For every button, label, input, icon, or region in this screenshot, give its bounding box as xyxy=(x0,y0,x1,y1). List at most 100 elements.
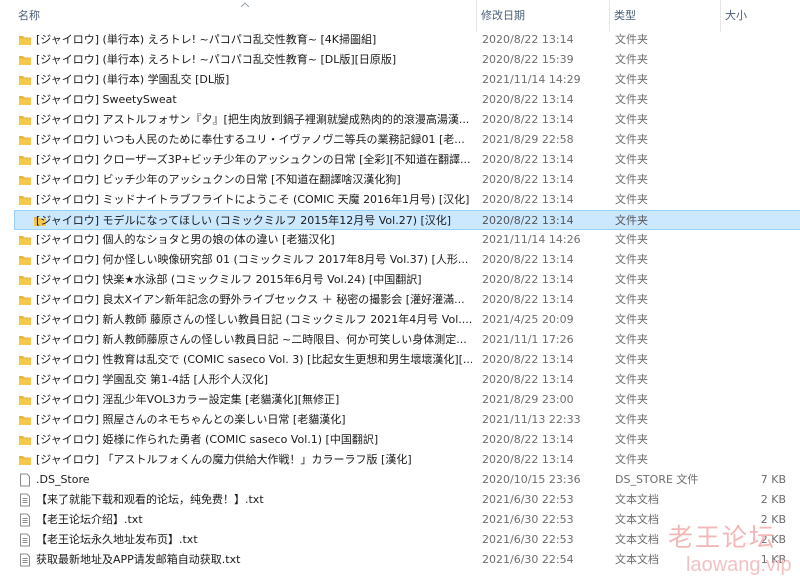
file-size xyxy=(722,310,786,330)
folder-row[interactable]: [ジャイロウ] 性教育は乱交で (COMIC saseco Vol. 3) [比… xyxy=(0,350,800,370)
folder-row[interactable]: [ジャイロウ] 淫乱少年VOL3カラー設定集 [老貓漢化][無修正] 2021/8… xyxy=(0,390,800,410)
file-name: [ジャイロウ] 照屋さんのネモちゃんとの楽しい日常 [老貓漢化] xyxy=(36,413,346,426)
folder-icon xyxy=(19,276,31,285)
folder-row[interactable]: [ジャイロウ] 新人教師 藤原さんの怪しい教員日記 (コミックミルフ 2021年… xyxy=(0,310,800,330)
folder-row[interactable]: [ジャイロウ] 姫様に作られた勇者 (COMIC saseco Vol.1) [… xyxy=(0,430,800,450)
folder-icon xyxy=(19,416,31,425)
folder-icon xyxy=(19,316,31,325)
watermark: 老王论坛 laowang.vip xyxy=(660,518,800,584)
blank-file-icon xyxy=(20,473,30,487)
file-name: [ジャイロウ] クローザーズ3P+ビッチ少年のアッシュクンの日常 [全彩][不知… xyxy=(36,153,471,166)
file-size xyxy=(722,150,786,170)
file-size xyxy=(722,330,786,350)
column-header-type[interactable]: 类型 xyxy=(609,0,719,32)
file-name: 【老王论坛永久地址发布页】.txt xyxy=(36,533,198,546)
file-type: 文件夹 xyxy=(615,293,648,306)
file-modified-date: 2020/8/22 13:14 xyxy=(482,353,574,366)
file-name: 【来了就能下载和观看的论坛，纯免费！】.txt xyxy=(36,493,264,506)
text-file-icon xyxy=(20,533,30,547)
folder-icon xyxy=(19,136,31,145)
file-modified-date: 2020/8/22 13:14 xyxy=(482,113,574,126)
file-name: [ジャイロウ] 「アストルフォくんの魔力供給大作戦！」カラーラフ版 [漢化] xyxy=(36,453,412,466)
file-type: 文件夹 xyxy=(615,253,648,266)
folder-icon xyxy=(19,256,31,265)
file-size xyxy=(722,170,786,190)
folder-row[interactable]: [ジャイロウ] 何か怪しい映像研究部 01 (コミックミルフ 2017年8月号 … xyxy=(0,250,800,270)
file-modified-date: 2021/6/30 22:53 xyxy=(482,513,574,526)
file-size xyxy=(722,250,786,270)
file-name: [ジャイロウ] 個人的なショタと男の娘の体の違い [老猫汉化] xyxy=(36,233,335,246)
file-modified-date: 2020/8/22 13:14 xyxy=(482,253,574,266)
file-size xyxy=(722,70,786,90)
watermark-cn: 老王论坛 xyxy=(668,523,777,552)
file-row[interactable]: 【来了就能下载和观看的论坛，纯免费！】.txt 2021/6/30 22:53 文本… xyxy=(0,490,800,510)
file-size xyxy=(722,30,786,50)
file-size: 2 KB xyxy=(760,493,786,506)
folder-row[interactable]: [ジャイロウ] 新人教師藤原さんの怪しい教員日記 ~二時限目、何か可笑しい身体測… xyxy=(0,330,800,350)
file-name: [ジャイロウ] 良太Xイアン新年記念の野外ライブセックス ＋ 秘密の撮影会 [灌… xyxy=(36,293,465,306)
folder-icon xyxy=(19,56,31,65)
folder-row[interactable]: [ジャイロウ] 快楽★水泳部 (コミックミルフ 2015年6月号 Vol.24)… xyxy=(0,270,800,290)
file-name: [ジャイロウ] ミッドナイトラブフライトにようこそ (COMIC 天魔 2016… xyxy=(36,193,470,206)
file-size xyxy=(722,390,786,410)
file-type: 文件夹 xyxy=(615,193,648,206)
folder-row[interactable]: [ジャイロウ] 学園乱交 第1-4話 [人形个人汉化] 2020/8/22 13:… xyxy=(0,370,800,390)
file-row[interactable]: .DS_Store 2020/10/15 23:36 DS_STORE 文件 7 KB xyxy=(0,470,800,490)
file-type: 文件夹 xyxy=(615,113,648,126)
folder-row[interactable]: [ジャイロウ] 個人的なショタと男の娘の体の違い [老猫汉化] 2021/11/1… xyxy=(0,230,800,250)
folder-icon xyxy=(19,116,31,125)
folder-row[interactable]: [ジャイロウ] 「アストルフォくんの魔力供給大作戦！」カラーラフ版 [漢化] 20… xyxy=(0,450,800,470)
file-type: 文件夹 xyxy=(615,53,648,66)
file-name: [ジャイロウ] (単行本) えろトレ! ~パコパコ乱交性教育~ [DL版][日原… xyxy=(36,53,397,66)
folder-row[interactable]: [ジャイロウ] (単行本) えろトレ! ~パコパコ乱交性教育~ [DL版][日原… xyxy=(0,50,800,70)
file-modified-date: 2020/8/22 13:14 xyxy=(482,293,574,306)
file-name: [ジャイロウ] SweetySweat xyxy=(36,93,177,106)
text-file-icon xyxy=(20,493,30,507)
file-size: 7 KB xyxy=(760,473,786,486)
file-name: [ジャイロウ] いつも人民のために奉仕するユリ・イヴァノヴ二等兵の業務記録01 … xyxy=(36,133,465,146)
column-header-date[interactable]: 修改日期 xyxy=(476,0,608,32)
folder-row[interactable]: [ジャイロウ] クローザーズ3P+ビッチ少年のアッシュクンの日常 [全彩][不知… xyxy=(0,150,800,170)
file-modified-date: 2021/11/14 14:26 xyxy=(482,233,581,246)
file-name: [ジャイロウ] 何か怪しい映像研究部 01 (コミックミルフ 2017年8月号 … xyxy=(36,253,469,266)
folder-row[interactable]: [ジャイロウ] ビッチ少年のアッシュクンの日常 [不知道在翻譯啥汉漢化狗] 202… xyxy=(0,170,800,190)
column-header-name[interactable]: 名称 xyxy=(14,0,474,32)
folder-row[interactable]: [ジャイロウ] 照屋さんのネモちゃんとの楽しい日常 [老貓漢化] 2021/11/… xyxy=(0,410,800,430)
file-modified-date: 2021/4/25 20:09 xyxy=(482,313,574,326)
file-modified-date: 2020/10/15 23:36 xyxy=(482,473,581,486)
file-modified-date: 2020/8/22 13:14 xyxy=(482,453,574,466)
file-name: 获取最新地址及APP请发邮箱自动获取.txt xyxy=(36,553,241,566)
file-size xyxy=(722,370,786,390)
file-type: 文件夹 xyxy=(615,133,648,146)
file-type: 文件夹 xyxy=(615,313,648,326)
folder-row[interactable]: [ジャイロウ] ミッドナイトラブフライトにようこそ (COMIC 天魔 2016… xyxy=(0,190,800,210)
folder-icon xyxy=(19,156,31,165)
file-modified-date: 2020/8/22 13:14 xyxy=(482,33,574,46)
file-size xyxy=(722,190,786,210)
file-type: 文本文档 xyxy=(615,493,659,506)
file-name: [ジャイロウ] 淫乱少年VOL3カラー設定集 [老貓漢化][無修正] xyxy=(36,393,340,406)
file-type: 文件夹 xyxy=(615,453,648,466)
file-type: 文件夹 xyxy=(615,93,648,106)
file-type: 文件夹 xyxy=(615,33,648,46)
column-header-bar: 名称 修改日期 类型 大小 xyxy=(0,0,800,32)
file-modified-date: 2021/11/1 17:26 xyxy=(482,333,574,346)
folder-row[interactable]: [ジャイロウ] 良太Xイアン新年記念の野外ライブセックス ＋ 秘密の撮影会 [灌… xyxy=(0,290,800,310)
folder-row[interactable]: [ジャイロウ] SweetySweat 2020/8/22 13:14 文件夹 xyxy=(0,90,800,110)
file-name: [ジャイロウ] 性教育は乱交で (COMIC saseco Vol. 3) [比… xyxy=(36,353,472,366)
file-size xyxy=(722,230,786,250)
folder-row[interactable]: [ジャイロウ] (単行本) 学園乱交 [DL版] 2021/11/14 14:29… xyxy=(0,70,800,90)
folder-icon xyxy=(19,436,31,445)
file-list: [ジャイロウ] (単行本) えろトレ! ~パコパコ乱交性教育~ [4K掃圖組] 2… xyxy=(0,30,800,570)
file-size xyxy=(722,270,786,290)
file-modified-date: 2020/8/22 13:14 xyxy=(482,433,574,446)
folder-row[interactable]: [ジャイロウ] アストルフォサン『夕』[把生肉放到鍋子裡涮就變成熟肉的的滾漫高湯… xyxy=(0,110,800,130)
file-size xyxy=(722,110,786,130)
folder-row[interactable]: [ジャイロウ] (単行本) えろトレ! ~パコパコ乱交性教育~ [4K掃圖組] 2… xyxy=(0,30,800,50)
folder-row[interactable]: [ジャイロウ] モデルになってほしい (コミックミルフ 2015年12月号 Vo… xyxy=(14,210,800,230)
file-size xyxy=(722,430,786,450)
folder-icon xyxy=(19,36,31,45)
column-header-size[interactable]: 大小 xyxy=(720,0,800,32)
folder-row[interactable]: [ジャイロウ] いつも人民のために奉仕するユリ・イヴァノヴ二等兵の業務記録01 … xyxy=(0,130,800,150)
file-modified-date: 2021/11/14 14:29 xyxy=(482,73,581,86)
